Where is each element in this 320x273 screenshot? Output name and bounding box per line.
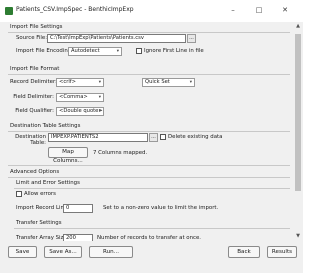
quick-set-select[interactable]: Quick Set ▾ [142, 78, 195, 87]
divider [14, 228, 290, 229]
import-file-format-title: Import File Format [10, 66, 60, 72]
encoding-select[interactable]: Autodetect ▾ [68, 47, 122, 56]
chevron-down-icon: ▾ [98, 95, 101, 100]
window-title: Patients_CSV.ImpSpec - BenthicImpExp [16, 6, 134, 13]
chevron-down-icon: ▾ [98, 109, 101, 114]
minimize-button[interactable]: – [222, 3, 244, 17]
divider [14, 188, 290, 189]
vertical-scrollbar[interactable]: ▲ ▼ [293, 22, 303, 241]
chevron-down-icon: ▾ [189, 80, 192, 85]
table-browse-button[interactable]: ... [149, 133, 158, 142]
results-button[interactable]: Results [267, 246, 297, 258]
encoding-label: Import File Encoding: [16, 48, 73, 54]
divider [8, 32, 290, 33]
field-delimiter-select[interactable]: <Comma> ▾ [56, 93, 104, 102]
source-file-input[interactable]: C:\Test\ImpExp\Patients\Patients.csv [47, 34, 186, 43]
main-window: Patients_CSV.ImpSpec - BenthicImpExp – □… [0, 0, 303, 273]
divider [8, 177, 290, 178]
destination-table-input[interactable]: IMPEXP.PATIENTS2 [48, 133, 148, 142]
allow-errors-label: Allow errors [24, 191, 56, 197]
scroll-up-icon[interactable]: ▲ [293, 22, 303, 31]
chevron-down-icon: ▾ [116, 49, 119, 54]
delete-existing-data-label: Delete existing data [168, 134, 223, 140]
divider [8, 165, 290, 166]
record-limit-input[interactable]: 0 [63, 204, 93, 213]
field-delimiter-value: <Comma> [59, 94, 88, 100]
map-columns-button[interactable]: Map Columns... [48, 147, 88, 164]
transfer-array-size-input[interactable]: 200 [63, 234, 93, 241]
record-delimiter-select[interactable]: <crlf> ▾ [56, 78, 104, 87]
columns-mapped-text: 7 Columns mapped. [93, 150, 148, 156]
save-as-button[interactable]: Save As... [44, 246, 82, 258]
ignore-first-line-label: Ignore First Line in file [144, 48, 204, 54]
save-button[interactable]: Save [8, 246, 37, 258]
close-button[interactable]: ✕ [274, 3, 296, 17]
chevron-down-icon: ▾ [98, 80, 101, 85]
transfer-settings-title: Transfer Settings [16, 220, 62, 226]
field-qualifier-select[interactable]: <Double quote> ▾ [56, 107, 104, 116]
footer-bar: Save Save As... Run... Back Results [0, 241, 303, 273]
quick-set-value: Quick Set [145, 79, 170, 85]
record-delimiter-label: Record Delimiter: [10, 79, 57, 85]
scroll-down-icon[interactable]: ▼ [293, 232, 303, 241]
title-bar: Patients_CSV.ImpSpec - BenthicImpExp – □… [0, 0, 303, 22]
ignore-first-line-checkbox[interactable] [136, 48, 142, 54]
divider [8, 74, 290, 75]
settings-panel: Import File Settings Source File: C:\Tes… [0, 22, 293, 241]
advanced-options-title: Advanced Options [10, 169, 60, 175]
field-qualifier-label: Field Qualifier: [15, 108, 54, 114]
field-delimiter-label: Field Delimiter: [13, 94, 54, 100]
destination-table-label-line2: Table: [30, 140, 46, 146]
source-file-label: Source File: [16, 35, 48, 41]
record-limit-note: Set to a non-zero value to limit the imp… [103, 205, 219, 211]
maximize-button[interactable]: □ [248, 3, 270, 17]
destination-table-settings-title: Destination Table Settings [10, 123, 81, 129]
scrollbar-thumb[interactable] [295, 34, 301, 191]
import-file-settings-title: Import File Settings [10, 24, 63, 30]
allow-errors-checkbox[interactable] [16, 191, 22, 197]
run-button[interactable]: Run... [89, 246, 133, 258]
back-button[interactable]: Back [228, 246, 260, 258]
app-icon [5, 7, 13, 15]
encoding-select-value: Autodetect [71, 48, 100, 54]
delete-existing-data-checkbox[interactable] [160, 134, 166, 140]
limit-error-settings-title: Limit and Error Settings [16, 180, 80, 186]
browse-button[interactable]: ... [187, 34, 196, 43]
record-delimiter-value: <crlf> [59, 79, 76, 85]
field-qualifier-value: <Double quote> [59, 108, 103, 114]
divider [8, 131, 290, 132]
